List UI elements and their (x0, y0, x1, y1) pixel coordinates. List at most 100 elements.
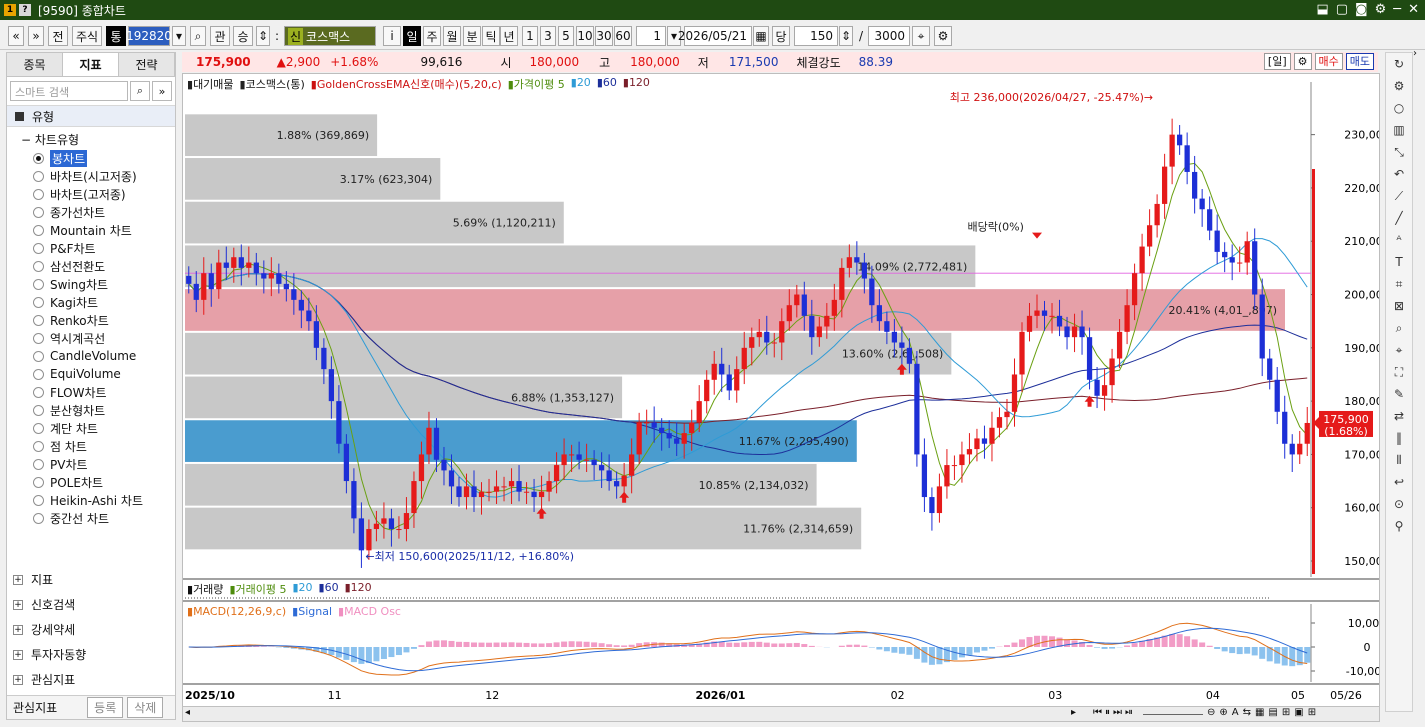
record-icon[interactable]: ⊙ (1386, 493, 1412, 515)
calendar-icon[interactable]: ▦ (753, 26, 769, 46)
interval-3[interactable]: 3 (540, 26, 556, 46)
radio-icon[interactable] (33, 296, 44, 308)
interval-count-input[interactable]: 1 (636, 26, 666, 46)
interval-10[interactable]: 10 (576, 26, 594, 46)
tab-stock[interactable]: 종목 (7, 53, 63, 76)
bars-icon[interactable]: ⫴ (1386, 449, 1412, 471)
window-badge-1[interactable]: 1 (4, 4, 16, 16)
help-badge[interactable]: ? (19, 4, 31, 16)
period-toggle-button[interactable]: [일] (1263, 53, 1291, 70)
group-indicator[interactable]: + 지표 (7, 567, 175, 592)
chart-type-item[interactable]: P&F차트 (21, 239, 175, 257)
playback-controls[interactable]: ⏮⏸⏭⏯ (1093, 707, 1136, 718)
radio-icon[interactable] (33, 476, 44, 488)
tab-indicator[interactable]: 지표 (63, 53, 119, 76)
chart-type-item[interactable]: Swing차트 (21, 275, 175, 293)
display-count-spin-icon[interactable]: ⇕ (839, 26, 853, 46)
line-tool-icon[interactable]: ⤡ (1386, 141, 1412, 163)
settings-icon[interactable]: ⚙ (1386, 75, 1412, 97)
camera-icon[interactable]: ◙ (1355, 2, 1368, 17)
interval-1[interactable]: 1 (522, 26, 538, 46)
radio-icon[interactable] (33, 152, 44, 164)
pause-icon[interactable]: ‖ (1386, 427, 1412, 449)
code-dropdown-icon[interactable]: ▾ (172, 26, 186, 46)
back-icon[interactable]: ↩ (1386, 471, 1412, 493)
period-tick-tab[interactable]: 틱 (482, 26, 500, 46)
period-year-tab[interactable]: 년 (500, 26, 518, 46)
all-button[interactable]: 전 (48, 26, 68, 46)
chart-type-item[interactable]: PV차트 (21, 455, 175, 473)
chart-type-item[interactable]: 계단 차트 (21, 419, 175, 437)
watch-button[interactable]: 관 (210, 26, 230, 46)
period-minute-tab[interactable]: 분 (463, 26, 481, 46)
trendline-icon[interactable]: ⟋ (1386, 185, 1412, 207)
date-input[interactable]: 2026/05/21 (678, 26, 752, 46)
stock-type-button[interactable]: 주식 (72, 26, 102, 46)
info-button[interactable]: i (383, 26, 401, 46)
period-week-tab[interactable]: 주 (423, 26, 441, 46)
pen-icon[interactable]: ✎ (1386, 383, 1412, 405)
search-icon[interactable]: ⌕ (190, 26, 206, 46)
chart-scrollbar[interactable]: ◂ ▸ ⏮⏸⏭⏯ ⊖⊕A⇆▦▤⊞▣⊞ (182, 706, 1380, 722)
chart-type-item[interactable]: Kagi차트 (21, 293, 175, 311)
radio-icon[interactable] (33, 458, 44, 470)
radio-icon[interactable] (33, 512, 44, 524)
radio-icon[interactable] (33, 224, 44, 236)
radio-icon[interactable] (33, 440, 44, 452)
collapse-icon[interactable]: » (152, 81, 172, 101)
magnify-icon[interactable]: ⌕ (1386, 317, 1412, 339)
integrated-button[interactable]: 통 (106, 26, 126, 46)
settings-icon[interactable]: ⚙ (1375, 2, 1387, 17)
tree-group-chart-type[interactable]: − 차트유형 (21, 131, 175, 149)
zoom-search-icon[interactable]: ⌖ (912, 26, 930, 46)
chart-type-item[interactable]: 바차트(고저종) (21, 185, 175, 203)
radio-icon[interactable] (33, 386, 44, 398)
group-favorite-indicator[interactable]: + 관심지표 (7, 667, 175, 692)
radio-icon[interactable] (33, 314, 44, 326)
pricebar-settings-icon[interactable]: ⚙ (1293, 53, 1312, 70)
group-signal-search[interactable]: + 신호검색 (7, 592, 175, 617)
period-day-tab[interactable]: 일 (403, 26, 421, 46)
refresh-icon[interactable]: ↻ (1386, 53, 1412, 75)
buy-order-button[interactable]: 매수 (1314, 53, 1343, 70)
chart-type-item[interactable]: 역시계곡선 (21, 329, 175, 347)
interval-30[interactable]: 30 (595, 26, 613, 46)
chart-type-item[interactable]: 점 차트 (21, 437, 175, 455)
indicator-icon[interactable]: ▥ (1386, 119, 1412, 141)
register-button[interactable]: 등록 (87, 697, 124, 718)
price-chart-svg[interactable]: 1.88% (369,869) 3.17% (623,304) 5.69% (1,1… (183, 74, 1379, 706)
group-investor-trend[interactable]: + 투자자동향 (7, 642, 175, 667)
spin-icon[interactable]: ⇕ (256, 26, 270, 46)
chart-type-item[interactable]: Heikin-Ashi 차트 (21, 491, 175, 509)
chart-type-item[interactable]: POLE차트 (21, 473, 175, 491)
radio-icon[interactable] (33, 404, 44, 416)
fib-icon[interactable]: ⊠ (1386, 295, 1412, 317)
radio-icon[interactable] (33, 278, 44, 290)
grid-icon[interactable]: ⌗ (1386, 273, 1412, 295)
type-tool-icon[interactable]: T (1386, 251, 1412, 273)
scroll-right-icon[interactable]: ▸ (1071, 707, 1076, 718)
radio-icon[interactable] (33, 350, 44, 362)
sell-order-button[interactable]: 매도 (1345, 53, 1374, 70)
chart-type-item[interactable]: 종가선차트 (21, 203, 175, 221)
radio-icon[interactable] (33, 188, 44, 200)
nav-prev-button[interactable]: « (8, 26, 24, 46)
chart-type-item[interactable]: 삼선전환도 (21, 257, 175, 275)
chart-area[interactable]: ▮대기매물 ▮코스맥스(통) ▮GoldenCrossEMA신호(매수)(5,2… (182, 73, 1380, 707)
close-icon[interactable]: ✕ (1408, 2, 1419, 17)
swap-icon[interactable]: ⇄ (1386, 405, 1412, 427)
smart-search-input[interactable]: 스마트 검색 (10, 81, 128, 101)
chart-type-item[interactable]: 중간선 차트 (21, 509, 175, 527)
chart-type-item[interactable]: 봉차트 (21, 149, 175, 167)
undo-icon[interactable]: ↶ (1386, 163, 1412, 185)
radio-icon[interactable] (33, 206, 44, 218)
chart-type-item[interactable]: 분산형차트 (21, 401, 175, 419)
scroll-left-icon[interactable]: ◂ (185, 707, 190, 718)
zoom-slider[interactable] (1143, 714, 1203, 715)
chart-type-item[interactable]: 바차트(시고저종) (21, 167, 175, 185)
max-count-input[interactable]: 3000 (868, 26, 910, 46)
market-name-field[interactable]: 신 코스맥스 (284, 26, 376, 46)
search-icon[interactable]: ⌕ (130, 81, 150, 101)
interval-5[interactable]: 5 (558, 26, 574, 46)
target-icon[interactable]: ⌖ (1386, 339, 1412, 361)
